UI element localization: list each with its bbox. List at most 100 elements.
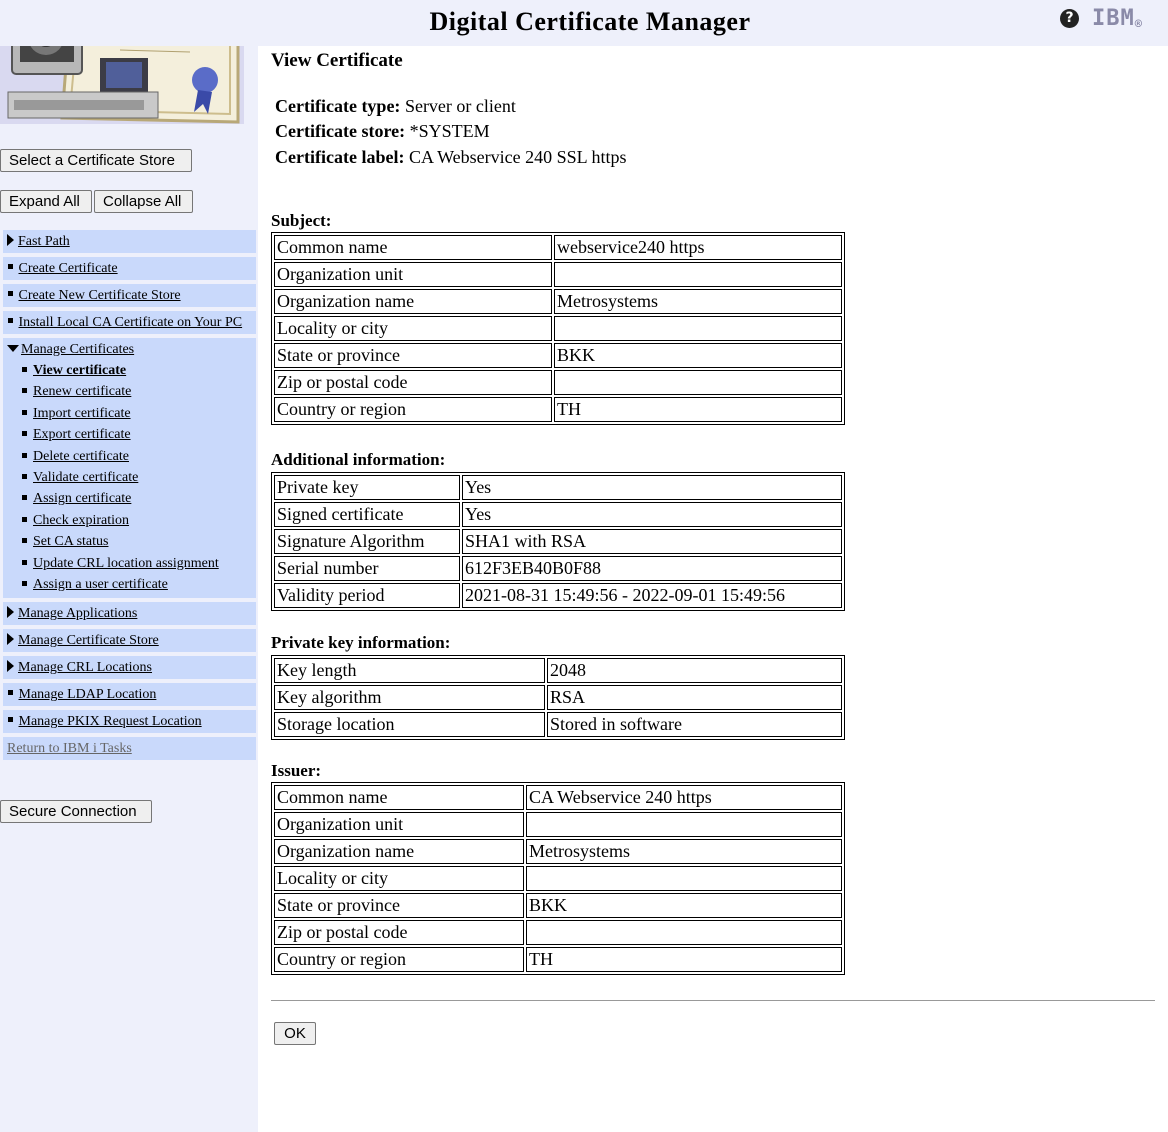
subject-section-title: Subject: xyxy=(271,211,332,230)
field-value: 2021-08-31 15:49:56 - 2022-09-01 15:49:5… xyxy=(462,583,842,608)
bullet-square-icon xyxy=(22,388,27,394)
collapse-triangle-icon[interactable] xyxy=(7,345,19,352)
sidebar-sublink[interactable]: Import certificate xyxy=(33,406,131,421)
sidebar-subitem-set-ca-status[interactable]: Set CA status xyxy=(22,531,252,552)
sidebar-item-manage-applications[interactable]: Manage Applications xyxy=(3,602,256,626)
bullet-square-icon xyxy=(7,318,15,326)
divider xyxy=(271,1000,1155,1001)
sidebar-link[interactable]: Manage PKIX Request Location xyxy=(19,714,202,729)
bullet-square-icon xyxy=(22,431,27,437)
sidebar-sublink[interactable]: Assign certificate xyxy=(33,491,131,506)
field-label: Storage location xyxy=(274,712,545,737)
field-label: Validity period xyxy=(274,583,460,608)
question-circle-icon[interactable]: ? xyxy=(1060,9,1079,28)
sidebar-sublink[interactable]: Set CA status xyxy=(33,534,108,549)
field-label: State or province xyxy=(274,343,552,368)
field-value: TH xyxy=(554,397,842,422)
sidebar-link[interactable]: Manage Certificates xyxy=(21,342,134,357)
sidebar-subitem-assign-certificate[interactable]: Assign certificate xyxy=(22,488,252,509)
table-row: Organization name Metrosystems xyxy=(274,839,842,864)
field-value: Metrosystems xyxy=(554,289,842,314)
expand-triangle-icon[interactable] xyxy=(7,660,14,673)
subject-table: Common name webservice240 https Organizati… xyxy=(271,232,845,425)
sidebar-item-manage-ldap-location[interactable]: Manage LDAP Location xyxy=(3,683,256,707)
sidebar-sublink[interactable]: Update CRL location assignment xyxy=(33,556,219,571)
sidebar-link[interactable]: Create Certificate xyxy=(19,261,118,276)
sidebar-item-fast-path[interactable]: Fast Path xyxy=(3,230,256,253)
expand-triangle-icon[interactable] xyxy=(7,633,14,646)
sidebar-item-manage-certificate-store[interactable]: Manage Certificate Store xyxy=(3,629,256,653)
table-row: Signed certificate Yes xyxy=(274,502,842,527)
table-row: Country or region TH xyxy=(274,397,842,422)
table-row: Organization unit xyxy=(274,812,842,837)
table-row: Validity period 2021-08-31 15:49:56 - 202… xyxy=(274,583,842,608)
field-label: Locality or city xyxy=(274,866,524,891)
field-label: Organization name xyxy=(274,289,552,314)
bullet-square-icon xyxy=(22,538,27,544)
table-row: State or province BKK xyxy=(274,343,842,368)
sidebar-subitem-update-crl-location-assignment[interactable]: Update CRL location assignment xyxy=(22,553,252,574)
bullet-square-icon xyxy=(7,291,15,299)
sidebar-subitem-export-certificate[interactable]: Export certificate xyxy=(22,424,252,445)
secure-connection-button[interactable]: Secure Connection xyxy=(0,800,152,823)
sidebar-sublink[interactable]: Renew certificate xyxy=(33,384,131,399)
sidebar-sublink[interactable]: View certificate xyxy=(33,363,126,378)
sidebar-item-manage-certificates[interactable]: Manage Certificates View certificate Renew… xyxy=(3,338,256,599)
expand-all-button[interactable]: Expand All xyxy=(0,190,92,213)
field-label: Signed certificate xyxy=(274,502,460,527)
field-label: Serial number xyxy=(274,556,460,581)
field-value: webservice240 https xyxy=(554,235,842,260)
field-label: Organization unit xyxy=(274,262,552,287)
sidebar-link[interactable]: Install Local CA Certificate on Your PC xyxy=(19,315,243,330)
sidebar-subitem-import-certificate[interactable]: Import certificate xyxy=(22,403,252,424)
bullet-square-icon xyxy=(22,474,27,480)
table-row: Locality or city xyxy=(274,316,842,341)
table-row: Common name CA Webservice 240 https xyxy=(274,785,842,810)
sidebar-link[interactable]: Fast Path xyxy=(18,234,70,249)
sidebar-link[interactable]: Manage Applications xyxy=(18,606,137,621)
sidebar-subitem-renew-certificate[interactable]: Renew certificate xyxy=(22,381,252,402)
field-value: TH xyxy=(526,947,842,972)
sidebar-item-create-certificate[interactable]: Create Certificate xyxy=(3,257,256,280)
sidebar-sublink[interactable]: Validate certificate xyxy=(33,470,138,485)
issuer-table: Common name CA Webservice 240 https Organi… xyxy=(271,782,845,975)
ok-button[interactable]: OK xyxy=(274,1022,316,1045)
sidebar-sublink[interactable]: Delete certificate xyxy=(33,449,129,464)
sidebar-subitem-check-expiration[interactable]: Check expiration xyxy=(22,510,252,531)
field-value xyxy=(526,812,842,837)
sidebar-link[interactable]: Return to IBM i Tasks xyxy=(7,741,132,756)
field-label: Zip or postal code xyxy=(274,920,524,945)
sidebar-link[interactable]: Manage Certificate Store xyxy=(18,633,159,648)
field-value xyxy=(554,262,842,287)
field-label: Signature Algorithm xyxy=(274,529,460,554)
sidebar-subitem-view-certificate[interactable]: View certificate xyxy=(22,360,252,381)
expand-triangle-icon[interactable] xyxy=(7,234,14,246)
select-certificate-store-button[interactable]: Select a Certificate Store xyxy=(0,149,192,172)
field-label: Country or region xyxy=(274,947,524,972)
field-value: 2048 xyxy=(547,658,842,683)
sidebar-link[interactable]: Manage LDAP Location xyxy=(19,687,157,702)
field-label: Zip or postal code xyxy=(274,370,552,395)
sidebar-sublink[interactable]: Check expiration xyxy=(33,513,129,528)
sidebar-item-install-local-ca-certificate-on-your-pc[interactable]: Install Local CA Certificate on Your PC xyxy=(3,311,256,334)
sidebar-link[interactable]: Manage CRL Locations xyxy=(18,660,152,675)
collapse-all-button[interactable]: Collapse All xyxy=(94,190,193,213)
sidebar-sublink[interactable]: Export certificate xyxy=(33,427,131,442)
sidebar-subitem-delete-certificate[interactable]: Delete certificate xyxy=(22,446,252,467)
sidebar-item-create-new-certificate-store[interactable]: Create New Certificate Store xyxy=(3,284,256,307)
sidebar-item-return-to-ibm-i-tasks[interactable]: Return to IBM i Tasks xyxy=(3,737,256,761)
field-label: State or province xyxy=(274,893,524,918)
sidebar-subitem-validate-certificate[interactable]: Validate certificate xyxy=(22,467,252,488)
sidebar-link[interactable]: Create New Certificate Store xyxy=(19,288,181,303)
table-row: Serial number 612F3EB40B0F88 xyxy=(274,556,842,581)
field-label: Country or region xyxy=(274,397,552,422)
sidebar-sublink[interactable]: Assign a user certificate xyxy=(33,577,168,592)
sidebar-subitem-assign-a-user-certificate[interactable]: Assign a user certificate xyxy=(22,574,252,595)
sidebar: Select a Certificate Store Expand All Co… xyxy=(0,0,258,1132)
bullet-square-icon xyxy=(7,264,15,272)
expand-triangle-icon[interactable] xyxy=(7,606,14,619)
sidebar-item-manage-crl-locations[interactable]: Manage CRL Locations xyxy=(3,656,256,680)
additional-info-section-title: Additional information: xyxy=(271,450,446,469)
bullet-square-icon xyxy=(22,409,27,415)
sidebar-item-manage-pkix-request-location[interactable]: Manage PKIX Request Location xyxy=(3,710,256,734)
